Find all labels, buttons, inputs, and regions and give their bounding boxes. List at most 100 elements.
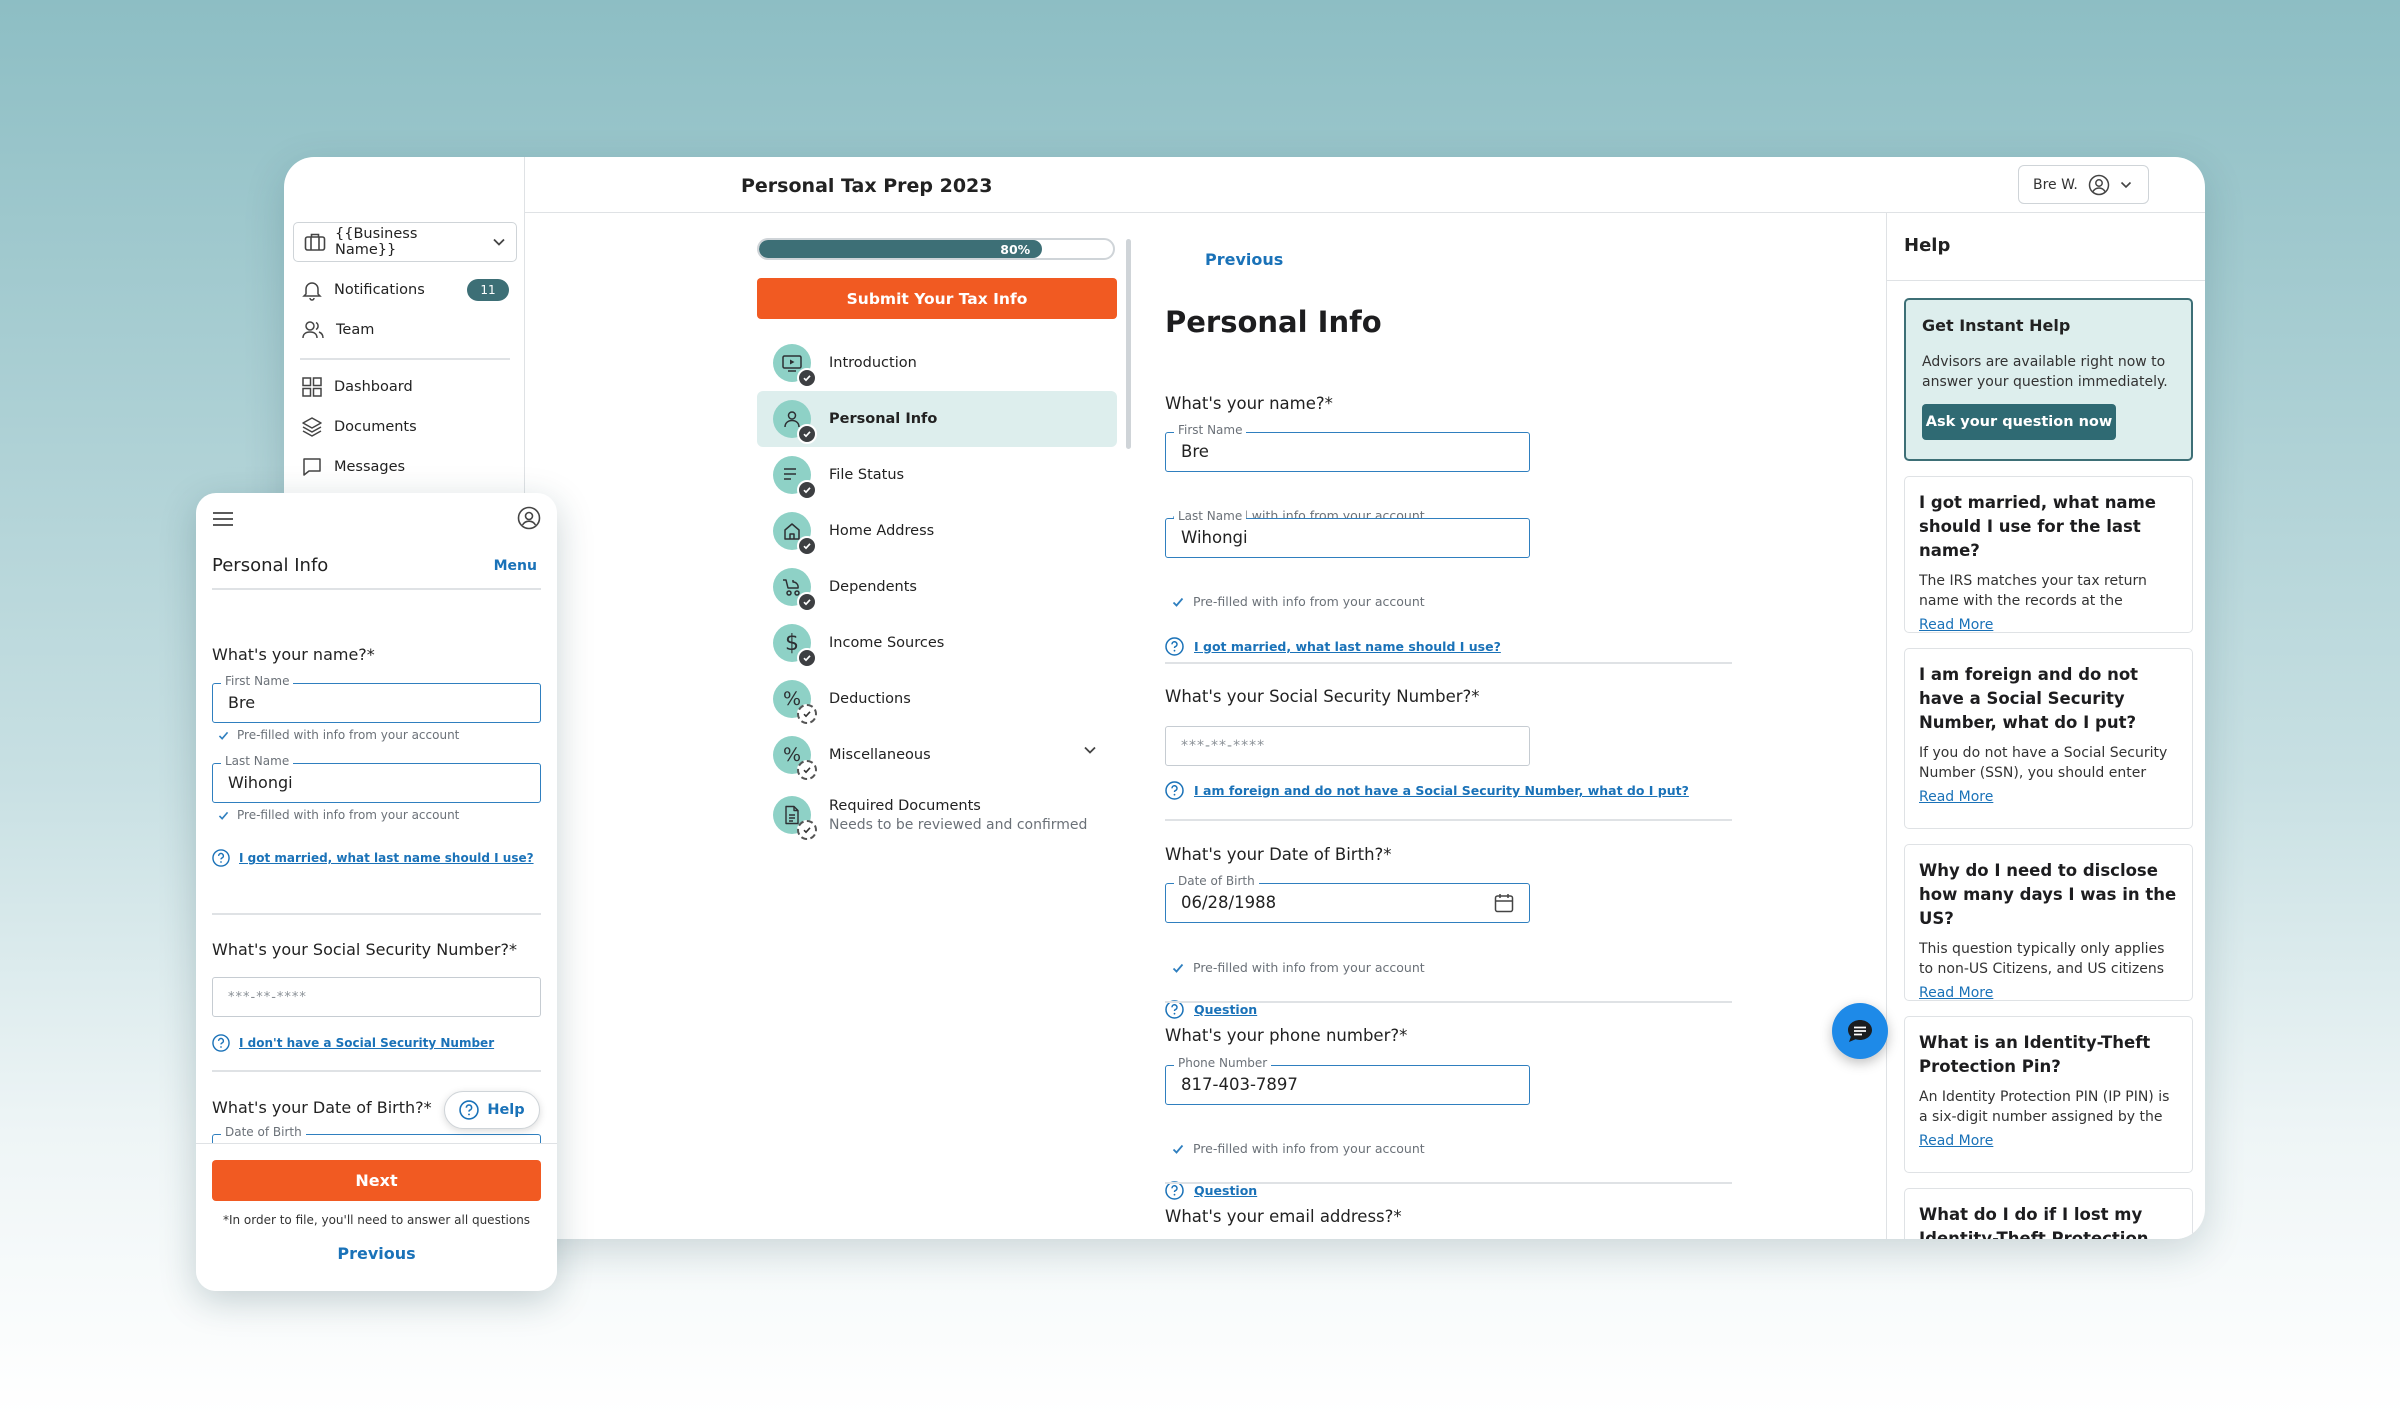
steps-scrollbar[interactable] [1126, 239, 1131, 449]
desktop-window: {{Business Name}} Notifications 11 Team … [284, 157, 2205, 1239]
step-income-sources[interactable]: $ Income Sources [757, 615, 1117, 671]
link-text: I got married, what last name should I u… [1194, 639, 1501, 654]
name-question: What's your name?* [1165, 394, 1333, 413]
dob-field[interactable]: Date of Birth 06/28/1988 [1165, 874, 1530, 923]
hamburger-icon[interactable] [212, 511, 234, 527]
field-value: Bre [1181, 442, 1209, 461]
first-name-field[interactable]: First Name Bre [212, 674, 541, 723]
step-miscellaneous[interactable]: % Miscellaneous [757, 727, 1117, 783]
first-name-field[interactable]: First Name Bre [1165, 423, 1530, 472]
no-ssn-help-link[interactable]: I don't have a Social Security Number [212, 1034, 494, 1052]
field-value: 06/28/1988 [1181, 893, 1277, 912]
chevron-down-icon[interactable] [1083, 745, 1097, 755]
foreign-ssn-help-link[interactable]: I am foreign and do not have a Social Se… [1165, 781, 1689, 800]
hint-text: Pre-filled with info from your account [1193, 960, 1425, 975]
step-home-address[interactable]: Home Address [757, 503, 1117, 559]
faq-card[interactable]: I got married, what name should I use fo… [1904, 476, 2193, 633]
sidebar-item-messages[interactable]: Messages [301, 453, 405, 481]
submit-tax-info-button[interactable]: Submit Your Tax Info [757, 278, 1117, 319]
document-icon [773, 796, 817, 840]
step-label: Home Address [829, 523, 935, 539]
ssn-input[interactable]: ***-**-**** [1165, 726, 1530, 766]
question-circle-icon [1165, 1000, 1184, 1019]
faq-card[interactable]: What is an Identity-Theft Protection Pin… [1904, 1016, 2193, 1173]
dob-question-link[interactable]: Question [1165, 1000, 1257, 1019]
ssn-input[interactable]: ***-**-**** [212, 977, 541, 1017]
step-required-documents[interactable]: Required Documents Needs to be reviewed … [757, 783, 1117, 847]
user-menu-button[interactable]: Bre W. [2018, 165, 2149, 204]
phone-question-link[interactable]: Question [1165, 1181, 1257, 1200]
previous-link[interactable]: Previous [196, 1244, 557, 1263]
mobile-menu-link[interactable]: Menu [494, 558, 537, 574]
step-file-status[interactable]: File Status [757, 447, 1117, 503]
read-more-link[interactable]: Read More [1919, 789, 2178, 805]
question-circle-icon [1165, 637, 1184, 656]
step-personal-info[interactable]: Personal Info [757, 391, 1117, 447]
faq-card[interactable]: I am foreign and do not have a Social Se… [1904, 648, 2193, 829]
instant-help-card: Get Instant Help Advisors are available … [1904, 298, 2193, 461]
phone-field[interactable]: Phone Number 817-403-7897 [1165, 1056, 1530, 1105]
section-divider [212, 1070, 541, 1072]
faq-description: If you do not have a Social Security Num… [1919, 745, 2168, 781]
question-circle-icon [459, 1100, 480, 1120]
help-title: Help [1887, 213, 2205, 281]
field-value: 817-403-7897 [1181, 1075, 1298, 1094]
check-icon [797, 368, 817, 388]
link-text: I am foreign and do not have a Social Se… [1194, 783, 1689, 798]
sidebar-item-team[interactable]: Team [301, 316, 374, 344]
faq-description: An Identity Protection PIN (IP PIN) is a… [1919, 1089, 2170, 1125]
instant-help-description: Advisors are available right now to answ… [1922, 354, 2168, 390]
dollar-icon: $ [773, 624, 817, 668]
ask-question-button[interactable]: Ask your question now [1922, 404, 2116, 440]
sidebar-item-notifications[interactable]: Notifications [301, 276, 425, 304]
section-divider [212, 913, 541, 915]
question-circle-icon [212, 1034, 230, 1052]
faq-card[interactable]: What do I do if I lost my Identity-Theft… [1904, 1188, 2193, 1239]
field-label: Phone Number [1174, 1056, 1272, 1070]
field-label: First Name [1174, 423, 1247, 437]
prefilled-hint: Pre-filled with info from your account [218, 728, 459, 742]
link-text: Question [1194, 1183, 1258, 1198]
chevron-down-icon [492, 237, 506, 247]
help-pill-button[interactable]: Help [444, 1091, 540, 1129]
calendar-icon[interactable] [1493, 892, 1515, 914]
percent-icon: % [773, 680, 817, 724]
married-help-link[interactable]: I got married, what last name should I u… [1165, 637, 1501, 656]
user-circle-icon[interactable] [517, 506, 541, 530]
faq-card[interactable]: Why do I need to disclose how many days … [1904, 844, 2193, 1001]
help-panel: Help Get Instant Help Advisors are avail… [1886, 213, 2205, 1239]
check-icon [218, 811, 229, 820]
faq-description: The IRS matches your tax return name wit… [1919, 573, 2147, 609]
field-value: Bre [228, 693, 256, 712]
step-dependents[interactable]: Dependents [757, 559, 1117, 615]
business-select[interactable]: {{Business Name}} [293, 222, 517, 262]
prefilled-hint: Pre-filled with info from your account [218, 808, 459, 822]
step-deductions[interactable]: % Deductions [757, 671, 1117, 727]
sidebar-item-documents[interactable]: Documents [301, 413, 417, 441]
mobile-header: Personal Info Menu [196, 493, 557, 588]
hint-text: Pre-filled with info from your account [237, 808, 460, 822]
last-name-field[interactable]: Last Name Wihongi [1165, 509, 1530, 558]
prefilled-hint: Pre-filled with info from your account [1172, 960, 1425, 975]
faq-title: Why do I need to disclose how many days … [1919, 861, 2177, 928]
check-icon [1172, 963, 1184, 973]
field-label: Date of Birth [221, 1125, 306, 1139]
sidebar-item-label: Messages [334, 459, 406, 475]
read-more-link[interactable]: Read More [1919, 985, 2178, 1000]
last-name-field[interactable]: Last Name Wihongi [212, 754, 541, 803]
married-help-link[interactable]: I got married, what last name should I u… [212, 849, 534, 867]
chat-button[interactable] [1832, 1003, 1888, 1059]
ssn-question: What's your Social Security Number?* [1165, 687, 1480, 706]
prefilled-hint: Pre-filled with info from your account [1172, 594, 1425, 609]
step-introduction[interactable]: Introduction [757, 335, 1117, 391]
field-label: Date of Birth [1174, 874, 1259, 888]
section-divider [1165, 662, 1732, 664]
faq-title: What do I do if I lost my Identity-Theft… [1919, 1205, 2149, 1239]
chat-icon [1845, 1016, 1875, 1046]
read-more-link[interactable]: Read More [1919, 617, 2178, 632]
previous-link[interactable]: Previous [1205, 250, 1283, 269]
sidebar-item-dashboard[interactable]: Dashboard [301, 373, 413, 401]
read-more-link[interactable]: Read More [1919, 1133, 2178, 1149]
check-icon [1172, 1144, 1184, 1154]
next-button[interactable]: Next [212, 1160, 541, 1201]
